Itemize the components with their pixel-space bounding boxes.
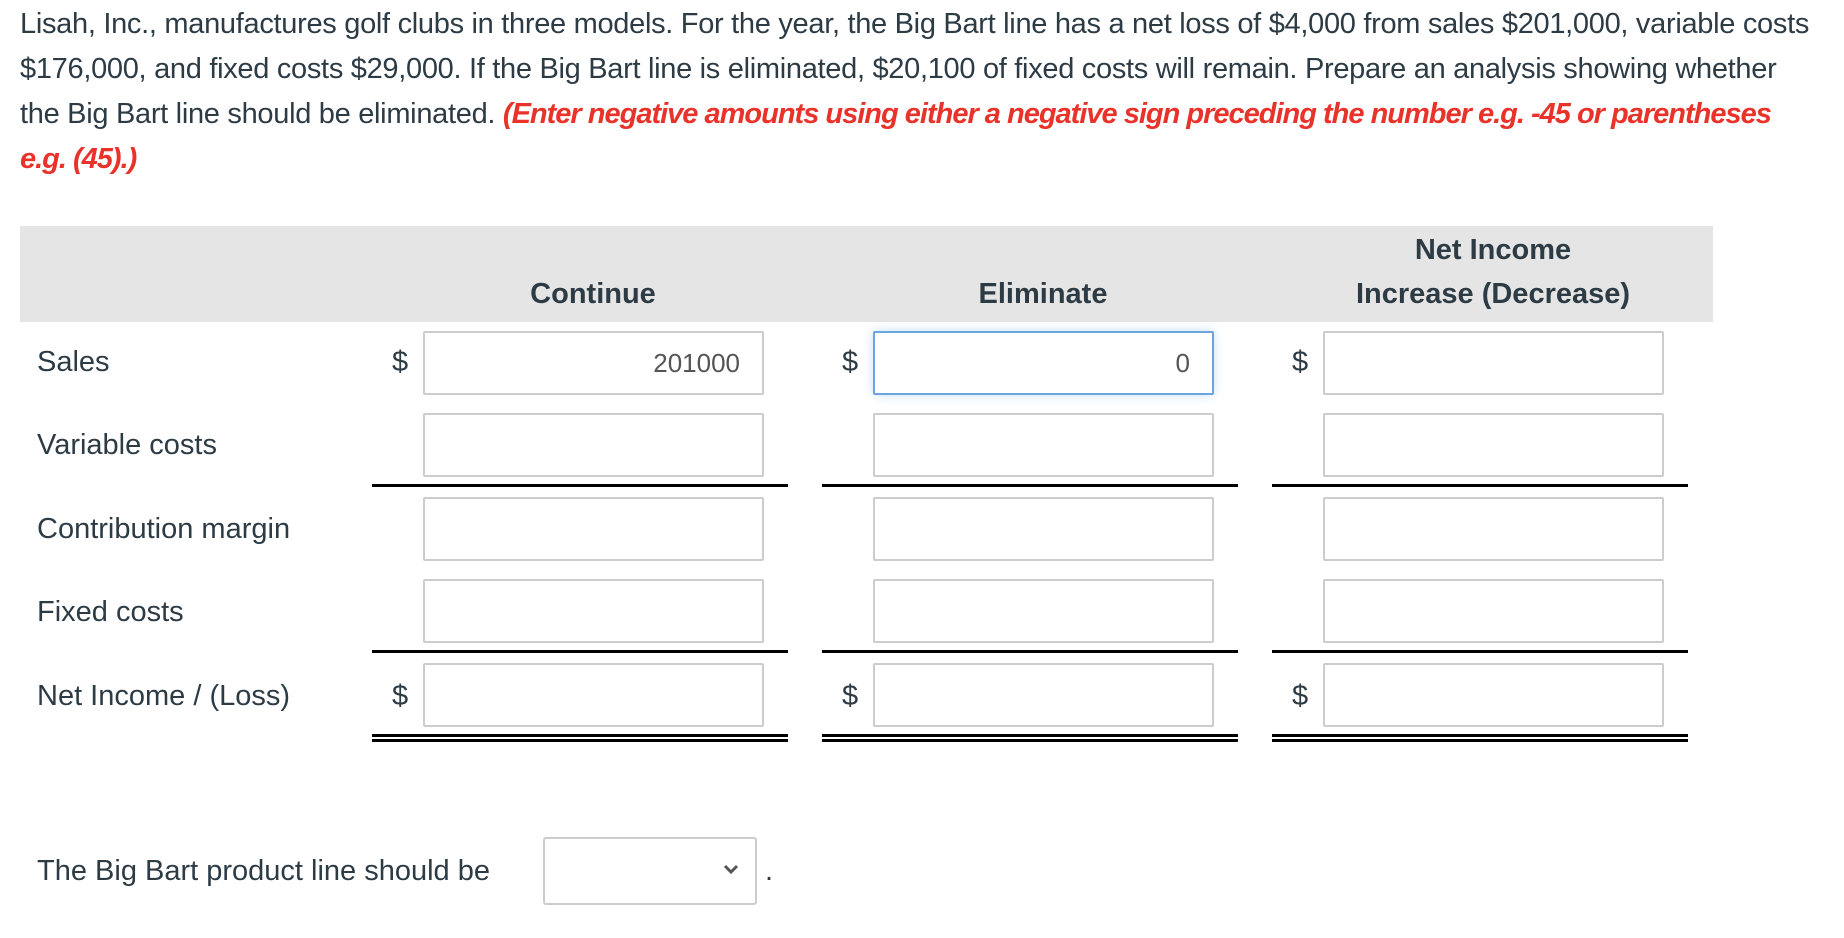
chevron-down-icon bbox=[723, 864, 739, 875]
sales-continue-input[interactable] bbox=[423, 331, 764, 395]
sales-eliminate-input[interactable] bbox=[873, 331, 1214, 395]
variable-costs-eliminate-input[interactable] bbox=[873, 413, 1214, 477]
row-label-contribution-margin: Contribution margin bbox=[37, 513, 291, 545]
fixed-costs-net-income-input[interactable] bbox=[1323, 579, 1664, 643]
subtotal-rule bbox=[822, 650, 1238, 653]
net-income-eliminate-input[interactable] bbox=[873, 663, 1214, 727]
dollar-sign: $ bbox=[392, 680, 409, 712]
total-double-rule bbox=[822, 734, 1238, 742]
subtotal-rule bbox=[1272, 484, 1688, 487]
subtotal-rule bbox=[372, 650, 788, 653]
subtotal-rule bbox=[1272, 650, 1688, 653]
net-income-continue-input[interactable] bbox=[423, 663, 764, 727]
column-header-net-income-line1: Net Income bbox=[1414, 234, 1572, 266]
column-header-eliminate-label: Eliminate bbox=[978, 278, 1108, 310]
contribution-margin-continue-input[interactable] bbox=[423, 497, 764, 561]
variable-costs-net-income-input[interactable] bbox=[1323, 413, 1664, 477]
row-label-net-income: Net Income / (Loss) bbox=[37, 680, 291, 712]
dollar-sign: $ bbox=[842, 346, 859, 378]
conclusion-sentence: The Big Bart product line should be bbox=[37, 855, 490, 887]
sales-net-income-input[interactable] bbox=[1323, 331, 1664, 395]
question-text: Lisah, Inc., manufactures golf clubs in … bbox=[20, 2, 1820, 182]
column-header-net-income: Net Income Increase (Decrease) bbox=[1313, 228, 1673, 316]
dollar-sign: $ bbox=[392, 346, 409, 378]
column-header-continue-label: Continue bbox=[530, 278, 656, 310]
variable-costs-continue-input[interactable] bbox=[423, 413, 764, 477]
contribution-margin-net-income-input[interactable] bbox=[1323, 497, 1664, 561]
total-double-rule bbox=[1272, 734, 1688, 742]
net-income-net-income-input[interactable] bbox=[1323, 663, 1664, 727]
subtotal-rule bbox=[372, 484, 788, 487]
column-header-eliminate: Eliminate bbox=[873, 272, 1213, 316]
subtotal-rule bbox=[822, 484, 1238, 487]
dollar-sign: $ bbox=[842, 680, 859, 712]
row-label-variable-costs: Variable costs bbox=[37, 429, 217, 461]
row-label-fixed-costs: Fixed costs bbox=[37, 596, 184, 628]
column-header-continue: Continue bbox=[423, 272, 763, 316]
sentence-period: . bbox=[765, 855, 774, 887]
column-header-net-income-line2: Increase (Decrease) bbox=[1355, 278, 1631, 310]
total-double-rule bbox=[372, 734, 788, 742]
dollar-sign: $ bbox=[1292, 680, 1309, 712]
contribution-margin-eliminate-input[interactable] bbox=[873, 497, 1214, 561]
conclusion-dropdown[interactable] bbox=[543, 837, 757, 905]
fixed-costs-eliminate-input[interactable] bbox=[873, 579, 1214, 643]
dollar-sign: $ bbox=[1292, 346, 1309, 378]
fixed-costs-continue-input[interactable] bbox=[423, 579, 764, 643]
row-label-sales: Sales bbox=[37, 346, 110, 378]
